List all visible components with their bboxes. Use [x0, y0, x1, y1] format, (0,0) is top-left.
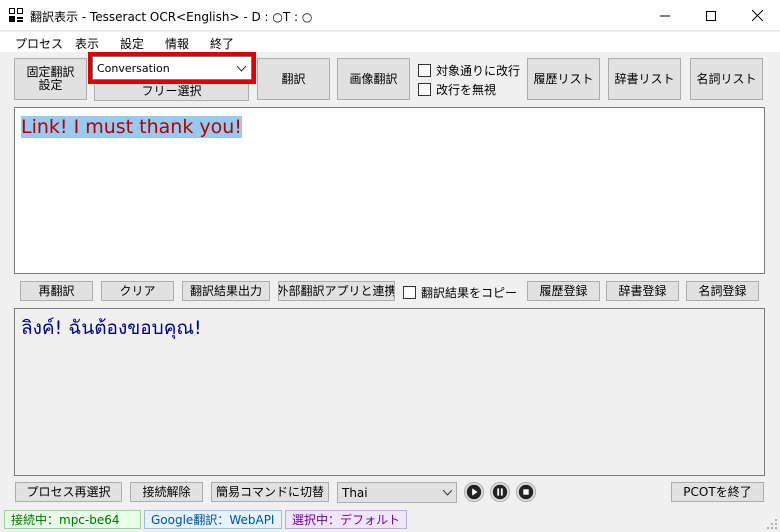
image-translate-button[interactable]: 画像翻訳 [337, 58, 410, 100]
window-title: 翻訳表示 - Tesseract OCR<English> - D : ○T :… [30, 10, 313, 24]
ignore-newline-label: 改行を無視 [436, 83, 497, 97]
close-icon [751, 10, 763, 21]
stop-icon [518, 484, 534, 500]
ignore-newline-checkbox[interactable]: 改行を無視 [418, 81, 496, 98]
mode-select-value: Conversation [97, 62, 170, 75]
fixed-translation-settings-button[interactable]: 固定翻訳 設定 [14, 58, 87, 100]
play-button[interactable] [464, 482, 484, 502]
status-connection-text: 接続中：mpc-be64 [11, 513, 120, 527]
checkbox-box [418, 83, 431, 96]
stop-button[interactable] [516, 482, 536, 502]
menu-view[interactable]: 表示 [75, 35, 99, 52]
chevron-down-icon [237, 66, 246, 72]
status-selection: 選択中：デフォルト [285, 510, 407, 529]
dictionary-list-button[interactable]: 辞書リスト [608, 58, 681, 100]
maximize-button[interactable] [688, 0, 734, 31]
simple-command-label: 簡易コマンドに切替 [215, 484, 324, 499]
status-connection: 接続中：mpc-be64 [4, 510, 141, 529]
resize-grip-icon[interactable] [766, 518, 778, 530]
output-result-button[interactable]: 翻訳結果出力 [182, 281, 270, 301]
mode-select[interactable]: Conversation [92, 56, 252, 80]
menu-bar [0, 32, 780, 52]
menu-process[interactable]: プロセス [15, 35, 63, 52]
free-select-label: フリー選択 [141, 84, 202, 98]
source-text: Link! I must thank you! [21, 116, 242, 138]
exit-pcot-button[interactable]: PCOTを終了 [671, 482, 764, 502]
highlight-box: Conversation [88, 52, 256, 84]
external-app-label: 外部翻訳アプリと連携 [278, 283, 395, 298]
reselect-process-label: プロセス再選択 [26, 484, 111, 499]
source-text-area[interactable]: Link! I must thank you! [14, 107, 765, 274]
status-engine-text: Google翻訳：WebAPI [151, 513, 275, 527]
newline-as-source-label: 対象通りに改行 [436, 64, 521, 78]
checkbox-box [403, 286, 416, 299]
output-result-label: 翻訳結果出力 [189, 283, 262, 298]
language-select-value: Thai [342, 486, 368, 500]
pause-button[interactable] [490, 482, 510, 502]
minimize-button[interactable] [642, 0, 688, 31]
simple-command-button[interactable]: 簡易コマンドに切替 [211, 482, 329, 502]
checkbox-box [418, 64, 431, 77]
register-noun-label: 名詞登録 [698, 283, 747, 298]
image-translate-label: 画像翻訳 [349, 71, 398, 86]
language-select[interactable]: Thai [337, 482, 457, 503]
maximize-icon [706, 10, 716, 21]
pause-icon [492, 484, 508, 500]
dictionary-list-label: 辞書リスト [614, 71, 675, 86]
newline-as-source-checkbox[interactable]: 対象通りに改行 [418, 62, 520, 79]
menu-settings[interactable]: 設定 [120, 35, 144, 52]
copy-result-label: 翻訳結果をコピー [421, 286, 518, 300]
disconnect-label: 接続解除 [142, 484, 191, 499]
minimize-icon [660, 15, 670, 16]
clear-label: クリア [119, 283, 156, 298]
fixed-translation-label-2: 設定 [38, 78, 63, 92]
status-engine: Google翻訳：WebAPI [144, 510, 282, 529]
copy-result-checkbox[interactable]: 翻訳結果をコピー [403, 284, 517, 301]
menu-info[interactable]: 情報 [165, 35, 189, 52]
reselect-process-button[interactable]: プロセス再選択 [15, 482, 122, 502]
clear-button[interactable]: クリア [101, 281, 174, 301]
retranslate-button[interactable]: 再翻訳 [20, 281, 93, 301]
play-icon [466, 484, 482, 500]
retranslate-label: 再翻訳 [38, 283, 75, 298]
register-dictionary-label: 辞書登録 [618, 283, 667, 298]
menu-exit[interactable]: 終了 [210, 35, 234, 52]
translate-button[interactable]: 翻訳 [257, 58, 330, 100]
history-list-button[interactable]: 履歴リスト [527, 58, 600, 100]
exit-pcot-label: PCOTを終了 [683, 484, 752, 499]
title-bar: 翻訳表示 - Tesseract OCR<English> - D : ○T :… [0, 0, 780, 31]
status-selection-text: 選択中：デフォルト [292, 513, 401, 527]
translate-label: 翻訳 [281, 71, 306, 86]
history-list-label: 履歴リスト [533, 71, 594, 86]
register-history-label: 履歴登録 [539, 283, 588, 298]
close-button[interactable] [734, 0, 780, 31]
chevron-down-icon [443, 490, 452, 496]
disconnect-button[interactable]: 接続解除 [130, 482, 203, 502]
translated-text-area[interactable]: ลิงค์! ฉันต้องขอบคุณ! [14, 308, 765, 476]
translated-text: ลิงค์! ฉันต้องขอบคุณ! [21, 317, 202, 339]
app-icon [9, 8, 23, 22]
register-dictionary-button[interactable]: 辞書登録 [606, 281, 679, 301]
noun-list-label: 名詞リスト [696, 71, 757, 86]
register-noun-button[interactable]: 名詞登録 [686, 281, 759, 301]
noun-list-button[interactable]: 名詞リスト [690, 58, 763, 100]
register-history-button[interactable]: 履歴登録 [527, 281, 600, 301]
external-app-button[interactable]: 外部翻訳アプリと連携 [278, 281, 395, 301]
